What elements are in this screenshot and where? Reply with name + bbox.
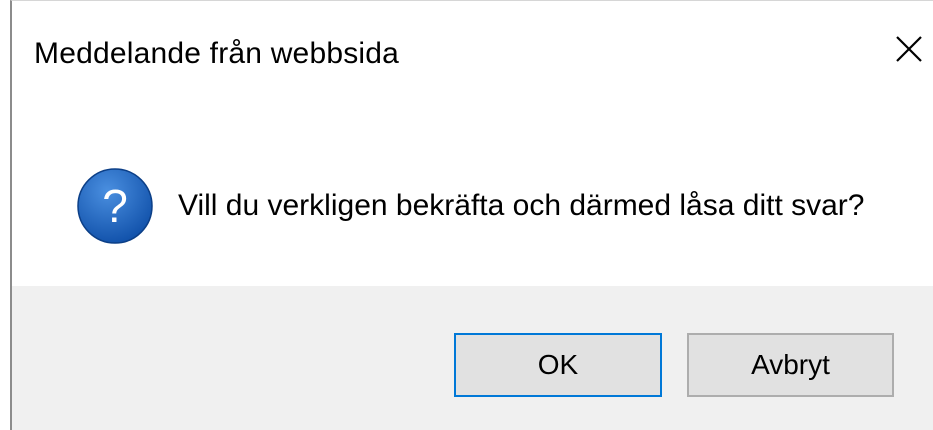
question-icon: ? xyxy=(77,168,153,244)
cancel-button[interactable]: Avbryt xyxy=(687,333,894,397)
ok-button-label: OK xyxy=(537,349,579,380)
dialog-title: Meddelande från webbsida xyxy=(34,37,400,70)
dialog-content: ? Vill du verkligen bekräfta och därmed … xyxy=(12,101,933,286)
dialog-message: Vill du verkligen bekräfta och därmed lå… xyxy=(178,189,865,222)
cancel-button-label: Avbryt xyxy=(751,349,830,380)
close-button[interactable] xyxy=(889,29,929,69)
dialog-titlebar[interactable]: Meddelande från webbsida xyxy=(12,1,933,101)
close-icon xyxy=(896,36,922,62)
dialog-footer: OK Avbryt xyxy=(12,286,933,430)
message-dialog: Meddelande från webbsida ? Vill du verkl… xyxy=(10,0,933,430)
svg-text:?: ? xyxy=(102,180,128,232)
ok-button[interactable]: OK xyxy=(454,333,662,397)
